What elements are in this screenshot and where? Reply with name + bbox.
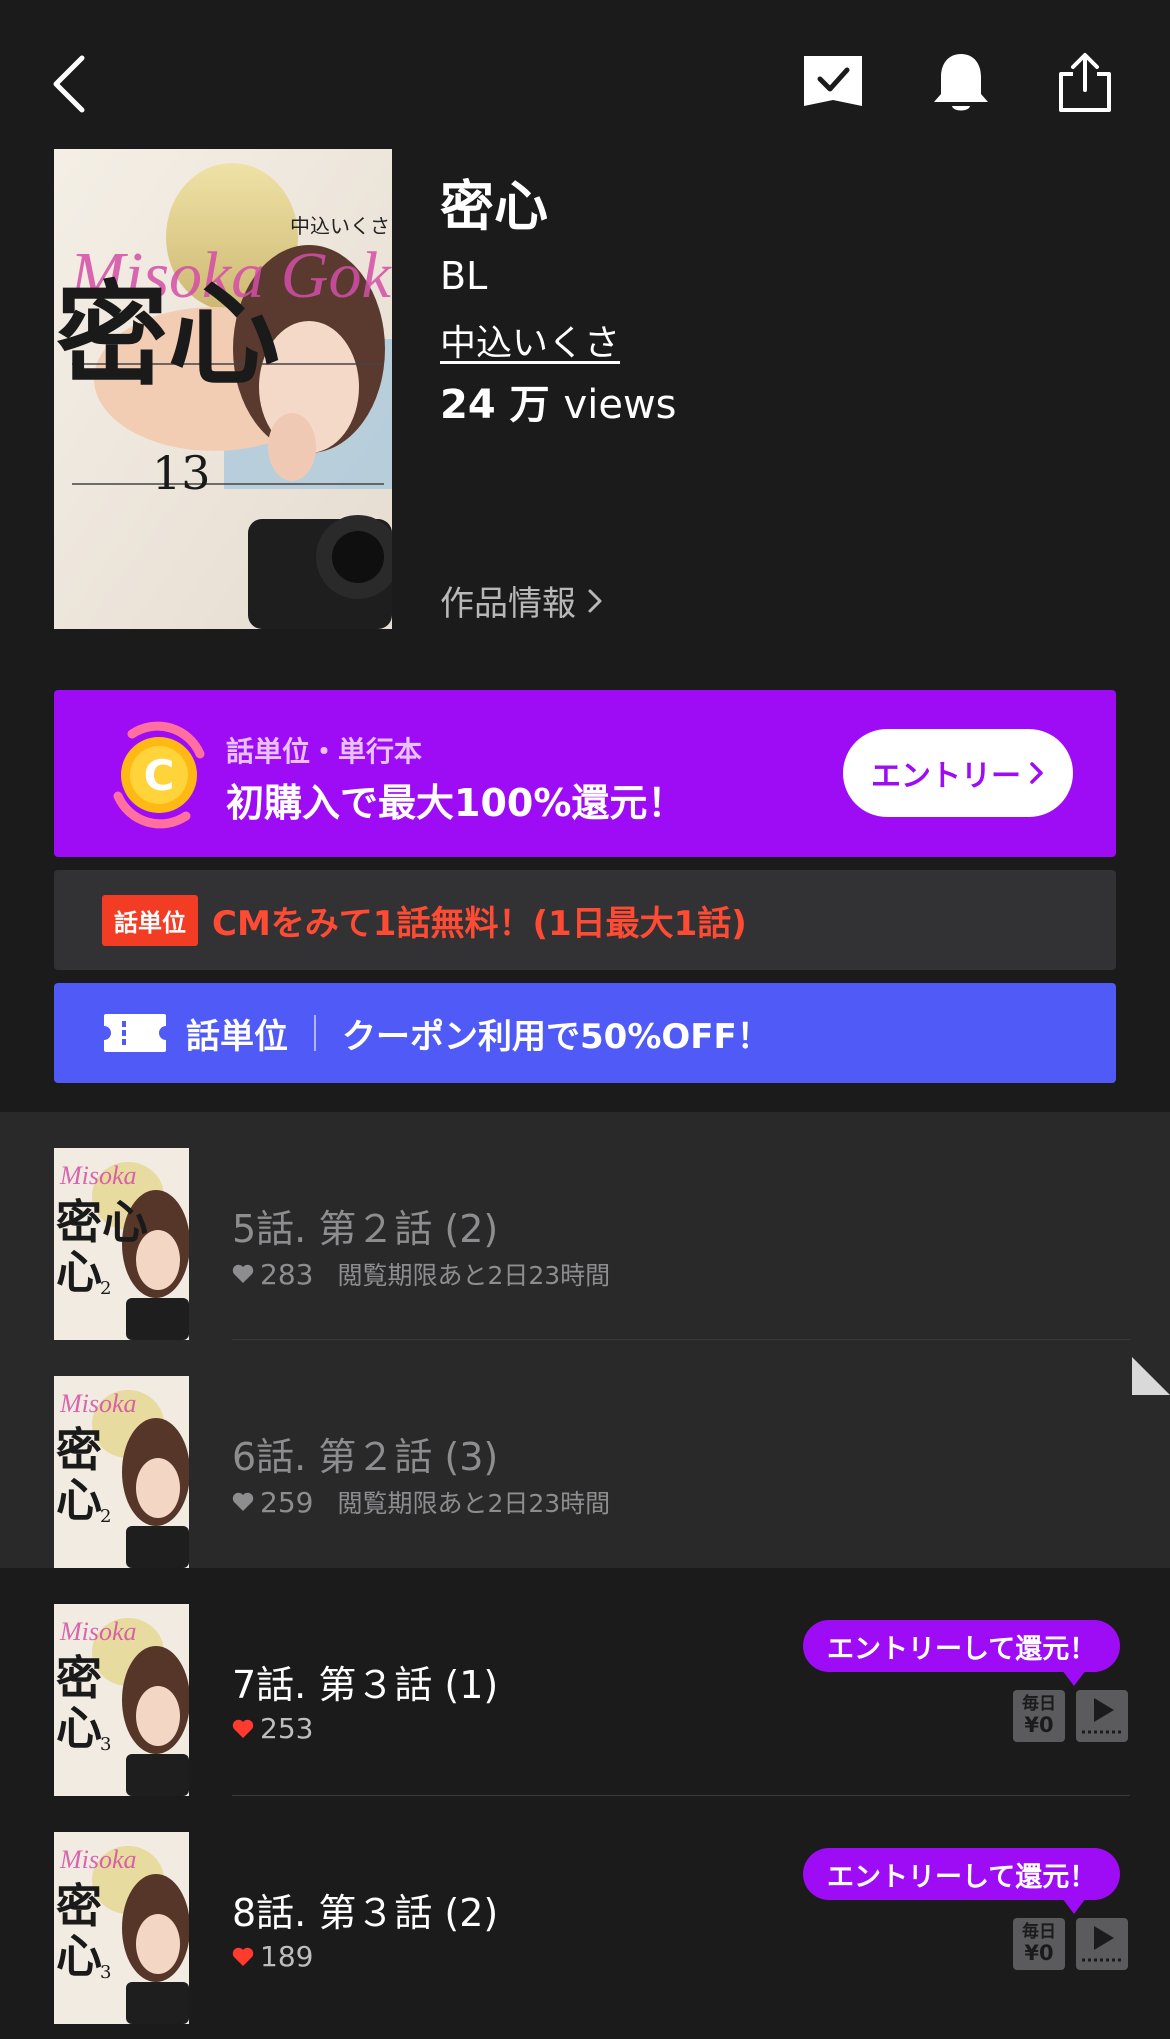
cover-image: Misoka Gokoro 密心 13 中込いくさ [54,149,392,629]
svg-text:Misoka: Misoka [59,1389,137,1418]
episode-thumbnail: Misoka 密 心 3 [54,1832,189,2024]
like-count: 253 [260,1712,314,1745]
heart-icon [232,1264,254,1283]
promo-banner[interactable]: C 話単位・単行本 初購入で最大100%還元！ エントリー [54,690,1116,857]
svg-text:心: 心 [56,1245,102,1299]
like-count: 283 [260,1257,314,1291]
coupon-unit-label: 話単位 [186,1016,288,1057]
share-icon [1059,53,1111,112]
bookmark-button[interactable] [800,52,866,114]
entry-reward-bubble[interactable]: エントリーして還元！ [803,1848,1121,1914]
back-button[interactable] [40,50,100,120]
svg-text:2: 2 [100,1278,111,1299]
page-fold-icon [1132,1357,1170,1395]
cm-free-banner[interactable]: 話単位 CMをみて1話無料！(1日最大1話) [54,870,1116,970]
notification-button[interactable] [930,50,992,116]
heart-icon [232,1719,254,1738]
entry-button-label: エントリー [871,759,1021,794]
daily-free-top: 毎日 [1022,1922,1056,1943]
cm-play-badge [1076,1918,1128,1970]
episode-thumbnail: Misoka 密 心 2 [54,1376,189,1568]
episode-row[interactable]: Misoka 密 心 3 7話. 第３話 (1) 253 エントリーして還元！ … [0,1568,1170,1796]
work-info-label: 作品情報 [440,584,576,624]
daily-free-badge: 毎日 ¥0 [1013,1918,1065,1970]
daily-free-price: ¥0 [1024,1940,1054,1965]
chevron-right-icon [588,589,602,612]
svg-text:3: 3 [100,1734,111,1755]
svg-text:心: 心 [56,1473,102,1527]
daily-free-top: 毎日 [1022,1694,1056,1715]
svg-text:密心: 密心 [56,1195,148,1249]
svg-text:Misoka: Misoka [59,1845,137,1874]
play-video-icon [1082,1698,1122,1734]
episode-title: 8話. 第３話 (2) [232,1891,499,1935]
chevron-left-icon [53,55,85,113]
chevron-right-icon [1030,762,1043,784]
entry-reward-bubble[interactable]: エントリーして還元！ [803,1620,1121,1686]
coupon-banner[interactable]: 話単位 クーポン利用で50%OFF！ [54,983,1116,1083]
episode-list: Misoka 密心 心 2 5話. 第２話 (2) 283 閲覧期限あと2日23… [0,1112,1170,2024]
episode-title: 5話. 第２話 (2) [232,1207,499,1251]
share-button[interactable] [1055,50,1115,116]
like-count: 189 [260,1940,314,1973]
author-link[interactable]: 中込いくさ [440,314,620,366]
expiry-text: 閲覧期限あと2日23時間 [337,1489,611,1518]
episode-meta: 189 [232,1940,313,1973]
bookmark-check-icon [804,56,862,106]
coupon-text: クーポン利用で50%OFF！ [342,1016,771,1057]
work-info-link[interactable]: 作品情報 [440,576,604,625]
like-count: 259 [260,1485,314,1519]
episode-row[interactable]: Misoka 密 心 2 6話. 第２話 (3) 259 閲覧期限あと2日23時… [0,1340,1170,1568]
entry-button[interactable]: エントリー [843,729,1073,817]
cover-author-text: 中込いくさ [290,214,390,238]
views-count: 24 万 views [440,372,677,430]
coin-refresh-icon: C [113,721,205,829]
episode-thumbnail: Misoka 密 心 3 [54,1604,189,1796]
play-video-icon [1082,1926,1122,1962]
heart-icon [232,1492,254,1511]
svg-text:密: 密 [56,1651,102,1705]
episode-meta: 253 [232,1712,313,1745]
promo-headline: 初購入で最大100%還元！ [226,781,686,825]
bell-icon [934,54,988,111]
top-bar [0,0,1170,150]
cover-title-text: 密心 [56,270,280,401]
cm-play-badge [1076,1690,1128,1742]
episode-thumbnail: Misoka 密心 心 2 [54,1148,189,1340]
views-unit: 万 [509,382,550,428]
heart-icon [232,1947,254,1966]
episode-meta: 259 閲覧期限あと2日23時間 [232,1484,610,1520]
daily-free-price: ¥0 [1024,1712,1054,1737]
svg-text:密: 密 [56,1423,102,1477]
svg-text:密: 密 [56,1879,102,1933]
svg-text:3: 3 [100,1962,111,1983]
svg-text:2: 2 [100,1506,111,1527]
episode-title: 7話. 第３話 (1) [232,1663,499,1707]
coupon-divider [314,1015,316,1051]
ticket-icon [104,1014,166,1052]
episode-meta: 283 閲覧期限あと2日23時間 [232,1256,610,1292]
views-number: 24 [440,382,496,428]
episode-title: 6話. 第２話 (3) [232,1435,499,1479]
promo-subtitle: 話単位・単行本 [226,735,423,768]
views-label: views [563,382,677,428]
cover-volume-text: 13 [152,446,211,500]
svg-text:Misoka: Misoka [59,1617,137,1646]
svg-text:Misoka: Misoka [59,1161,137,1190]
work-title: 密心 [440,175,548,238]
episode-row[interactable]: Misoka 密心 心 2 5話. 第２話 (2) 283 閲覧期限あと2日23… [0,1112,1170,1340]
daily-free-badge: 毎日 ¥0 [1013,1690,1065,1742]
coin-letter: C [144,751,175,800]
episode-row[interactable]: Misoka 密 心 3 8話. 第３話 (2) 189 エントリーして還元！ … [0,1796,1170,2024]
cm-free-text: CMをみて1話無料！(1日最大1話) [212,903,747,944]
cm-unit-badge: 話単位 [102,894,198,946]
svg-text:心: 心 [56,1701,102,1755]
svg-text:心: 心 [56,1929,102,1983]
expiry-text: 閲覧期限あと2日23時間 [337,1261,611,1290]
genre-label: BL [440,254,488,298]
